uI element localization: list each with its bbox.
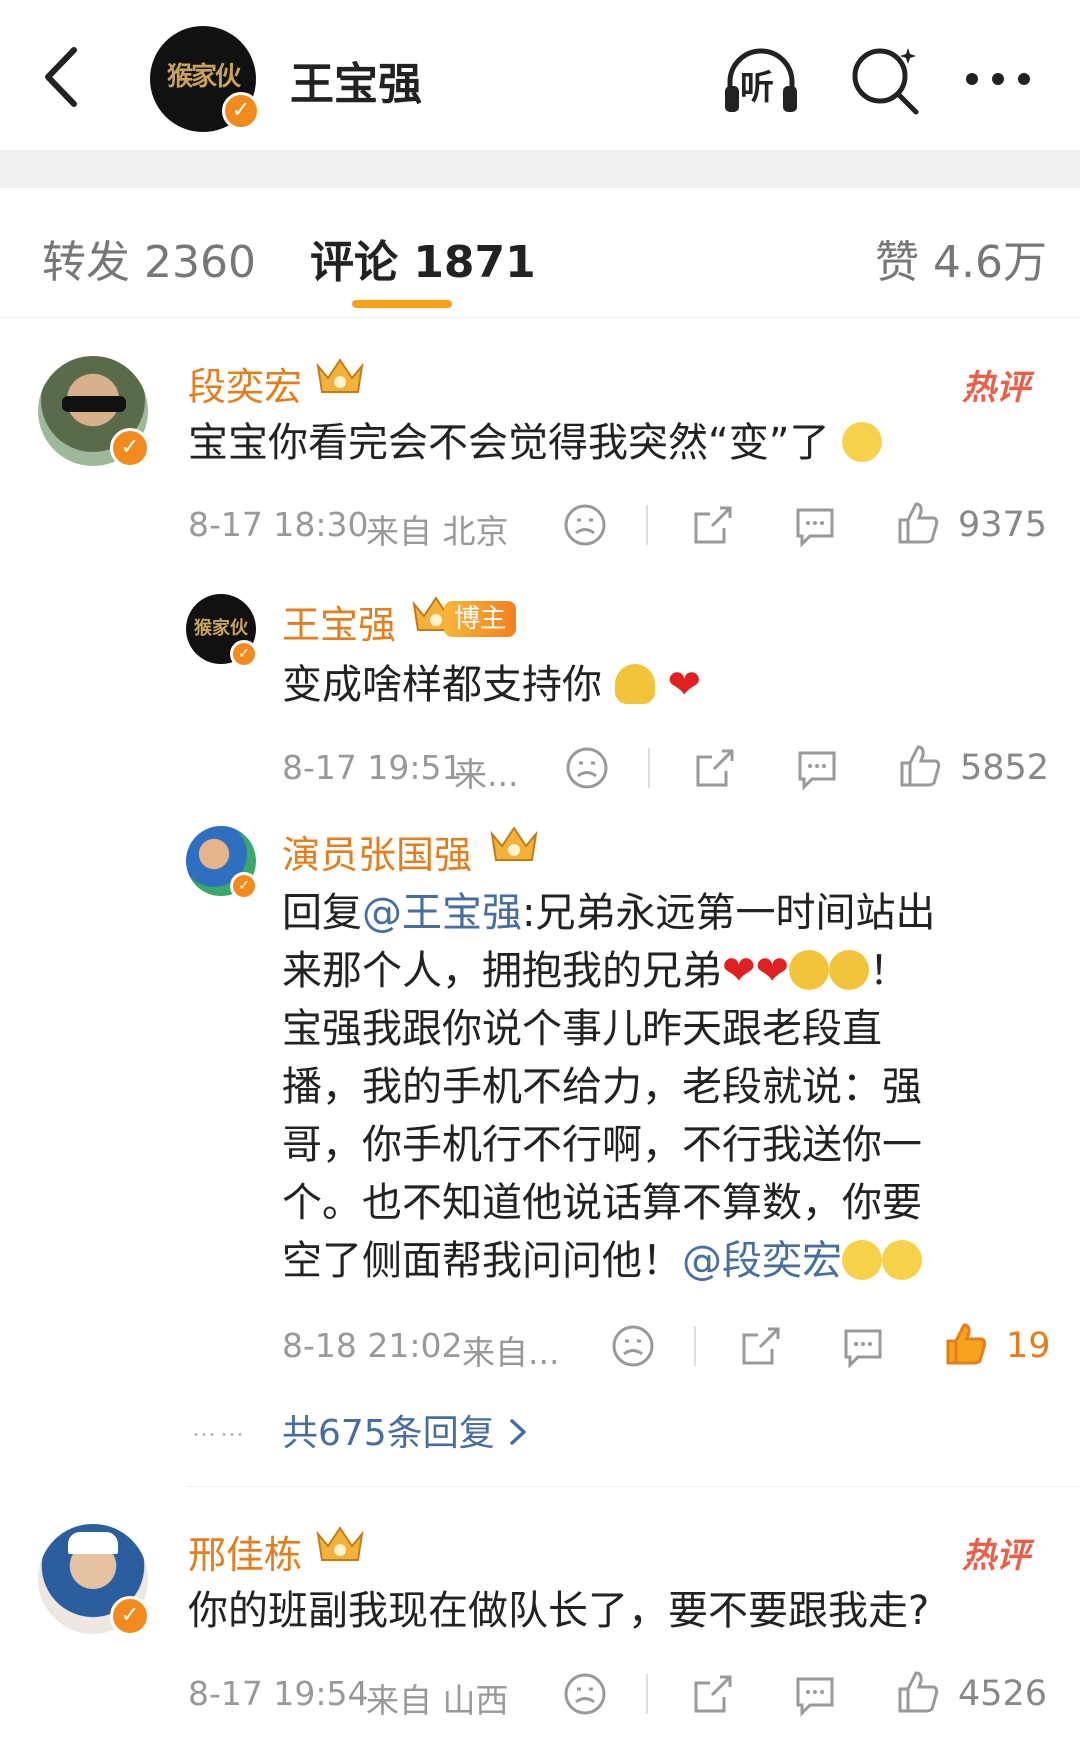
comment-line-text: :兄弟永远第一时间站出 bbox=[522, 890, 936, 936]
hug-emoji-icon bbox=[614, 664, 655, 704]
comment-icon[interactable] bbox=[792, 1671, 838, 1717]
tab-likes[interactable]: 赞 4.6万 bbox=[875, 226, 1047, 290]
comment-author[interactable]: 王宝强 bbox=[282, 594, 396, 649]
comment-author[interactable]: 段奕宏 bbox=[188, 356, 302, 411]
crown-icon bbox=[316, 1526, 364, 1561]
dislike-icon[interactable] bbox=[610, 1323, 656, 1369]
action-separator bbox=[646, 505, 648, 545]
like-count: 5852 bbox=[960, 748, 1050, 788]
hot-comment-badge: 热评 bbox=[962, 368, 1030, 408]
replies-dots: …… bbox=[192, 1414, 248, 1442]
chevron-right-icon bbox=[510, 1419, 526, 1445]
like-count: 19 bbox=[1006, 1326, 1051, 1366]
comment-icon[interactable] bbox=[794, 745, 840, 791]
comment-time: 8-17 18:30 bbox=[188, 505, 369, 544]
crown-icon bbox=[316, 358, 364, 393]
thinking-emoji-icon bbox=[882, 1240, 922, 1280]
comment-location: 来自 山西 bbox=[366, 1681, 509, 1720]
dislike-icon[interactable] bbox=[562, 1671, 608, 1717]
mention-link[interactable]: @段奕宏 bbox=[682, 1238, 842, 1284]
like-icon[interactable] bbox=[894, 500, 940, 546]
comment-time: 8-17 19:54 bbox=[188, 1674, 369, 1713]
verified-badge-icon: ✓ bbox=[230, 640, 258, 668]
verified-badge-icon: ✓ bbox=[230, 872, 258, 900]
hug-emoji-icon bbox=[789, 950, 830, 990]
comment-line: 来那个人，拥抱我的兄弟❤❤ ！ bbox=[282, 942, 1022, 1000]
listen-button[interactable]: 听 bbox=[720, 40, 802, 120]
mention-link[interactable]: @王宝强 bbox=[362, 890, 522, 936]
comment-divider bbox=[186, 1486, 1080, 1487]
comment-text: 宝宝你看完会不会觉得我突然“变”了 bbox=[188, 414, 883, 472]
comment-text: 你的班副我现在做队长了，要不要跟我走? bbox=[188, 1588, 930, 1634]
exclaim-text: ！ bbox=[869, 948, 910, 994]
view-replies-link[interactable]: 共675条回复 bbox=[282, 1404, 530, 1456]
comment-icon[interactable] bbox=[792, 502, 838, 548]
like-count: 4526 bbox=[958, 1674, 1048, 1714]
avatar-logo-text: 猴家伙 bbox=[194, 618, 248, 639]
comment-line: 播，我的手机不给力，老段就说：强 bbox=[282, 1064, 922, 1110]
like-icon[interactable] bbox=[896, 743, 942, 789]
verified-badge-icon: ✓ bbox=[110, 1596, 150, 1636]
section-gap bbox=[0, 150, 1080, 188]
verified-badge-icon: ✓ bbox=[110, 428, 150, 468]
comment-location: 来自... bbox=[462, 1333, 560, 1372]
dislike-icon[interactable] bbox=[562, 502, 608, 548]
heart-emoji-icon: ❤❤ bbox=[722, 948, 790, 994]
like-count: 9375 bbox=[958, 505, 1048, 545]
share-icon[interactable] bbox=[692, 745, 738, 791]
share-icon[interactable] bbox=[738, 1323, 784, 1369]
tab-bar: 转发 2360 评论 1871 赞 4.6万 bbox=[0, 188, 1080, 318]
comment-time: 8-18 21:02 bbox=[282, 1326, 463, 1365]
comment-line: 个。也不知道他说话算不算数，你要 bbox=[282, 1180, 922, 1226]
verified-badge-icon: ✓ bbox=[222, 92, 260, 130]
share-icon[interactable] bbox=[690, 502, 736, 548]
comment-text-content: 宝宝你看完会不会觉得我突然“变”了 bbox=[188, 420, 830, 466]
hug-emoji-icon bbox=[829, 950, 870, 990]
comment-text: 回复@王宝强:兄弟永远第一时间站出 来那个人，拥抱我的兄弟❤❤ ！ 宝强我跟你说个… bbox=[282, 884, 1022, 1290]
search-icon[interactable] bbox=[848, 42, 924, 118]
cap bbox=[68, 1532, 118, 1554]
comment-location: 来自 北京 bbox=[366, 512, 509, 551]
chevron-left-icon[interactable] bbox=[38, 42, 88, 112]
reply-prefix: 回复 bbox=[282, 890, 362, 936]
like-icon-active[interactable] bbox=[942, 1321, 988, 1367]
share-icon[interactable] bbox=[690, 1671, 736, 1717]
comment-line: 宝强我跟你说个事儿昨天跟老段直 bbox=[282, 1006, 882, 1052]
heart-emoji-icon: ❤ bbox=[667, 662, 701, 708]
more-icon[interactable] bbox=[962, 66, 1034, 92]
comment-time: 8-17 19:51 bbox=[282, 748, 463, 787]
comment-text-content: 变成啥样都支持你 bbox=[282, 662, 602, 708]
thinking-emoji-icon bbox=[842, 1240, 882, 1280]
crown-icon bbox=[490, 826, 538, 861]
comment-author[interactable]: 邢佳栋 bbox=[188, 1524, 302, 1579]
hot-comment-badge: 热评 bbox=[962, 1536, 1030, 1576]
comment-text: 变成啥样都支持你 ❤ bbox=[282, 656, 701, 714]
listen-label: 听 bbox=[740, 68, 774, 108]
action-separator bbox=[648, 748, 650, 788]
avatar-logo-text: 猴家伙 bbox=[166, 62, 241, 92]
comment-line: 哥，你手机行不行啊，不行我送你一 bbox=[282, 1122, 922, 1168]
comment-line: 回复@王宝强:兄弟永远第一时间站出 bbox=[282, 884, 1022, 942]
sunglasses bbox=[62, 396, 126, 412]
action-separator bbox=[646, 1674, 648, 1714]
comment-line-text: 来那个人，拥抱我的兄弟 bbox=[282, 948, 722, 994]
thinking-emoji-icon bbox=[842, 422, 883, 462]
top-bar: 猴家伙 ✓ 王宝强 听 bbox=[0, 0, 1080, 150]
host-badge: 博主 bbox=[444, 601, 517, 637]
comment-location: 来... bbox=[454, 755, 519, 794]
profile-name[interactable]: 王宝强 bbox=[290, 48, 422, 112]
like-icon[interactable] bbox=[894, 1669, 940, 1715]
tab-comments[interactable]: 评论 1871 bbox=[310, 226, 536, 290]
view-replies-label: 共675条回复 bbox=[282, 1413, 495, 1454]
comment-icon[interactable] bbox=[840, 1323, 886, 1369]
comment-line-text: 空了侧面帮我问问他！ bbox=[282, 1238, 682, 1284]
tab-reposts[interactable]: 转发 2360 bbox=[42, 226, 256, 290]
comment-line: 空了侧面帮我问问他！@段奕宏 bbox=[282, 1232, 1022, 1290]
dislike-icon[interactable] bbox=[564, 745, 610, 791]
action-separator bbox=[694, 1326, 696, 1366]
tab-active-indicator bbox=[352, 300, 452, 308]
comment-author[interactable]: 演员张国强 bbox=[282, 824, 472, 879]
